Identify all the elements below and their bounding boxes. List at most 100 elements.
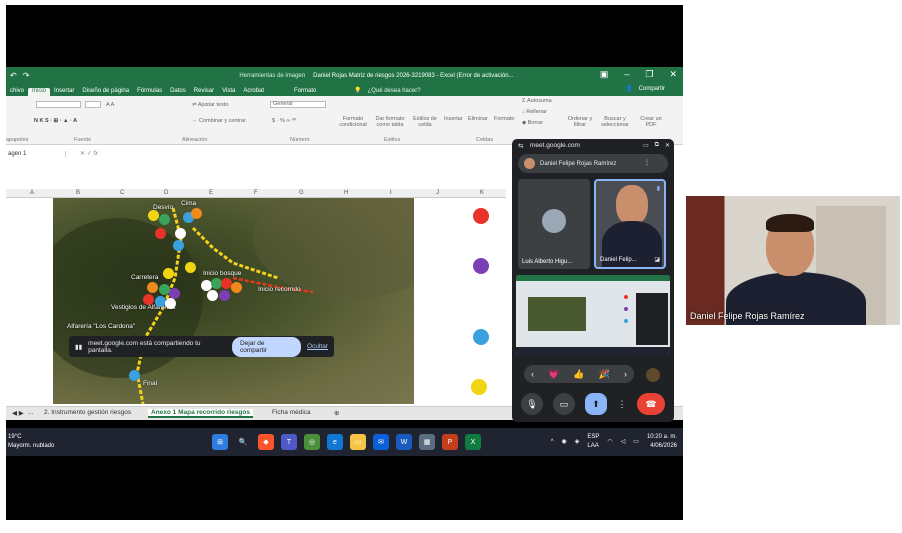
edge-icon[interactable]: e bbox=[327, 434, 343, 450]
format-table-button[interactable]: Dar formato como tabla bbox=[372, 116, 408, 128]
font-grow-icon[interactable]: A A bbox=[106, 102, 114, 108]
column-header[interactable]: G bbox=[299, 190, 304, 196]
start-icon[interactable]: ⊞ bbox=[212, 434, 228, 450]
fill-button[interactable]: ↓ Rellenar bbox=[522, 109, 547, 115]
weather-widget[interactable]: 19°C Mayorm. nublado bbox=[8, 433, 54, 451]
risk-marker-orange[interactable] bbox=[191, 208, 202, 219]
column-header[interactable]: E bbox=[209, 190, 213, 196]
language-indicator[interactable]: ESP LAA bbox=[587, 433, 599, 451]
tab-revisar[interactable]: Revisar bbox=[190, 88, 218, 96]
screen-share-preview[interactable] bbox=[516, 275, 670, 355]
risk-marker-white[interactable] bbox=[165, 298, 176, 309]
autosum-button[interactable]: Σ Autosuma bbox=[522, 98, 552, 104]
close-icon[interactable]: ✕ bbox=[665, 142, 670, 149]
risk-marker-green[interactable] bbox=[159, 214, 170, 225]
create-pdf-button[interactable]: Crear un PDF bbox=[638, 116, 664, 128]
reactions-next-button[interactable]: › bbox=[624, 369, 627, 379]
app-icon[interactable]: ▦ bbox=[419, 434, 435, 450]
route-map-image[interactable]: Desvío Cima Carretera Inicio bosque Inic… bbox=[53, 198, 414, 404]
emoji-picker-icon[interactable] bbox=[646, 368, 660, 382]
number-format-box[interactable]: General bbox=[270, 101, 326, 108]
camera-button[interactable]: ▭ bbox=[553, 393, 575, 415]
close-icon[interactable]: ✕ bbox=[669, 69, 677, 80]
mail-icon[interactable]: ✉ bbox=[373, 434, 389, 450]
tray-app-icon[interactable]: ◈ bbox=[575, 438, 580, 447]
add-sheet-icon[interactable]: ⊕ bbox=[334, 409, 339, 417]
word-icon[interactable]: W bbox=[396, 434, 412, 450]
sheet-tab-more[interactable]: ... bbox=[28, 409, 33, 416]
reactions-prev-button[interactable]: ‹ bbox=[531, 369, 534, 379]
tray-chevron-icon[interactable]: ^ bbox=[551, 438, 554, 447]
sort-filter-button[interactable]: Ordenar y filtrar bbox=[566, 116, 594, 128]
stop-sharing-button[interactable]: Dejar de compartir bbox=[231, 336, 302, 357]
present-screen-button[interactable]: ⬆ bbox=[585, 393, 607, 415]
column-header[interactable]: I bbox=[390, 190, 392, 196]
tab-formato[interactable]: Formato bbox=[290, 88, 320, 96]
tab-insertar[interactable]: Insertar bbox=[50, 88, 78, 96]
sheet-tab-anexo-1[interactable]: Anexo 1 Mapa recorrido riesgos bbox=[148, 409, 253, 418]
name-box[interactable]: agen 1 bbox=[6, 150, 66, 157]
risk-marker-yellow[interactable] bbox=[185, 262, 196, 273]
risk-marker-blue[interactable] bbox=[173, 240, 184, 251]
tab-acrobat[interactable]: Acrobat bbox=[239, 88, 268, 96]
clear-button[interactable]: ◆ Borrar bbox=[522, 120, 543, 126]
column-header[interactable]: B bbox=[76, 190, 80, 196]
risk-marker-purple[interactable] bbox=[219, 290, 230, 301]
sheet-tab-instrumento[interactable]: 2. Instrumento gestión riesgos bbox=[44, 409, 131, 416]
tab-scroll-icon[interactable]: ◀ ▶ bbox=[12, 409, 24, 417]
search-icon[interactable]: 🔍 bbox=[235, 434, 251, 450]
cell-styles-button[interactable]: Estilos de celda bbox=[410, 116, 440, 128]
undo-button[interactable]: ↶ bbox=[10, 71, 17, 80]
excel-icon[interactable]: X bbox=[465, 434, 481, 450]
tab-formulas[interactable]: Fórmulas bbox=[133, 88, 166, 96]
more-options-icon[interactable]: ⋮ bbox=[617, 393, 627, 415]
column-header[interactable]: J bbox=[436, 190, 439, 196]
risk-marker-red[interactable] bbox=[155, 228, 166, 239]
hide-banner-link[interactable]: Ocultar bbox=[307, 343, 328, 350]
column-header[interactable]: C bbox=[120, 190, 124, 196]
column-header[interactable]: D bbox=[164, 190, 168, 196]
font-name-box[interactable] bbox=[36, 101, 81, 108]
share-button[interactable]: 👤 Compartir bbox=[622, 85, 673, 94]
brave-icon[interactable]: ◆ bbox=[258, 434, 274, 450]
camera-icon[interactable]: ▭ bbox=[643, 142, 649, 149]
tab-vista[interactable]: Vista bbox=[218, 88, 239, 96]
pin-icon[interactable]: ◪ bbox=[654, 256, 660, 263]
battery-icon[interactable]: ▭ bbox=[633, 438, 639, 447]
conditional-format-button[interactable]: Formato condicional bbox=[336, 116, 370, 128]
formula-buttons[interactable]: ✕ ✓ fx bbox=[80, 150, 98, 157]
powerpoint-icon[interactable]: P bbox=[442, 434, 458, 450]
risk-marker-orange[interactable] bbox=[147, 282, 158, 293]
font-format-buttons[interactable]: N K S · ⊞ · ▲ · A bbox=[34, 118, 77, 124]
tab-diseno[interactable]: Diseño de página bbox=[78, 88, 133, 96]
delete-cells-button[interactable]: Eliminar bbox=[468, 116, 488, 122]
tab-archivo[interactable]: chivo bbox=[6, 88, 28, 96]
leave-call-button[interactable]: ☎ bbox=[637, 393, 665, 415]
insert-cells-button[interactable]: Insertar bbox=[444, 116, 463, 122]
teams-icon[interactable]: T bbox=[281, 434, 297, 450]
risk-marker-red[interactable] bbox=[143, 294, 154, 305]
participant-tile-luis[interactable]: Luis Alberto Higu... bbox=[518, 179, 590, 269]
column-header[interactable]: H bbox=[344, 190, 348, 196]
ribbon-display-icon[interactable]: ▣ bbox=[600, 69, 609, 80]
microphone-button[interactable]: 🎙 bbox=[521, 393, 543, 415]
risk-marker-white[interactable] bbox=[207, 290, 218, 301]
reaction-heart[interactable]: 💗 bbox=[548, 369, 559, 380]
column-header[interactable]: K bbox=[480, 190, 484, 196]
format-cells-button[interactable]: Formato bbox=[494, 116, 514, 122]
tab-inicio[interactable]: Inicio bbox=[28, 88, 51, 96]
file-explorer-icon[interactable]: ▭ bbox=[350, 434, 366, 450]
redo-button[interactable]: ↷ bbox=[23, 71, 30, 80]
sheet-tab-ficha-medica[interactable]: Ficha médica bbox=[272, 409, 311, 416]
column-header[interactable]: F bbox=[254, 190, 258, 196]
minimize-icon[interactable]: – bbox=[624, 69, 629, 80]
wifi-icon[interactable]: ◠ bbox=[607, 438, 612, 447]
risk-marker-orange[interactable] bbox=[231, 282, 242, 293]
number-format-buttons[interactable]: $ · % ∞ ⁰⁰ bbox=[272, 118, 296, 124]
tab-datos[interactable]: Datos bbox=[166, 88, 190, 96]
reaction-party[interactable]: 🎉 bbox=[599, 369, 610, 380]
volume-icon[interactable]: ◁ bbox=[621, 438, 626, 447]
presenting-chip[interactable]: Daniel Felipe Rojas Ramírez ⋮ ◉ bbox=[518, 154, 668, 173]
risk-marker-yellow[interactable] bbox=[163, 268, 174, 279]
risk-marker-blue[interactable] bbox=[129, 370, 140, 381]
